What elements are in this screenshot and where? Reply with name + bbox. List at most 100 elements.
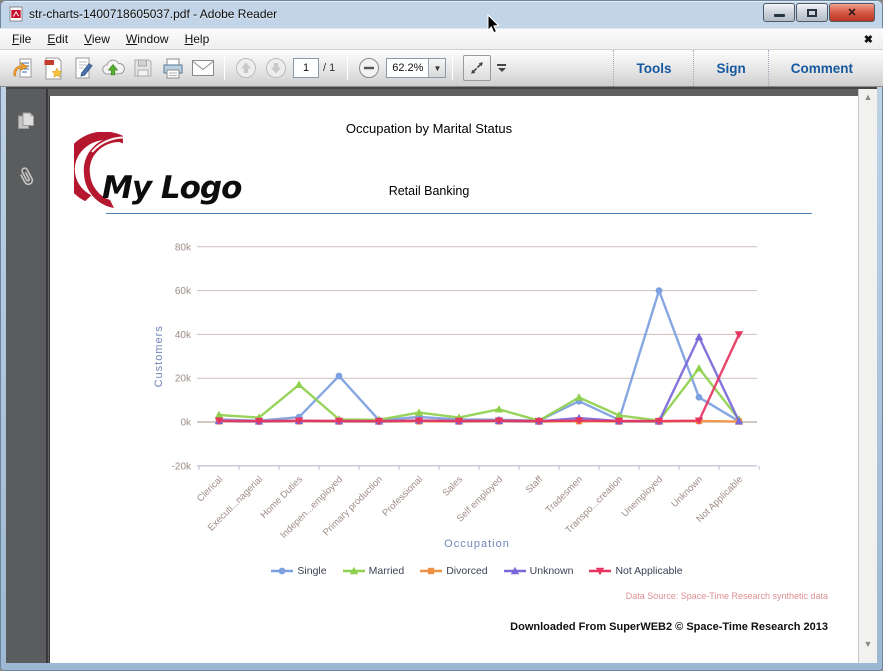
chart-line-unknown <box>217 335 741 423</box>
scroll-up-icon[interactable]: ▲ <box>864 92 873 102</box>
page-number-input[interactable]: 1 <box>293 58 319 78</box>
menu-bar: File Edit View Window Help ✖ <box>0 28 883 50</box>
toolbar-separator <box>347 56 349 80</box>
data-point <box>694 364 704 372</box>
data-point <box>734 331 744 339</box>
toolbar-separator <box>224 56 225 80</box>
chart-line-single <box>217 289 741 423</box>
legend-marker-icon <box>503 566 526 575</box>
legend-label: Single <box>297 565 327 577</box>
pdf-file-icon <box>9 6 23 22</box>
download-note: Downloaded From SuperWEB2 © Space-Time R… <box>510 621 828 633</box>
y-tick-label: 0k <box>180 418 192 429</box>
email-icon <box>192 60 214 76</box>
sign-document-button[interactable] <box>68 53 98 83</box>
data-point <box>695 393 703 401</box>
create-pdf-icon <box>44 57 63 80</box>
legend-label: Divorced <box>446 565 488 577</box>
x-category-label: Unemployed <box>620 474 665 519</box>
minimize-icon <box>773 14 785 17</box>
legend-marker-icon <box>589 567 612 576</box>
zoom-level-select[interactable]: 62.2% ▼ <box>386 58 447 78</box>
data-point <box>655 287 663 294</box>
mouse-cursor <box>487 14 500 34</box>
attachments-icon[interactable] <box>12 162 41 193</box>
data-point <box>294 380 304 388</box>
legend-item-married: Married <box>342 565 405 577</box>
y-axis-title: Customers <box>153 325 165 387</box>
previous-page-icon <box>236 58 256 78</box>
header-rule <box>106 213 812 214</box>
main-area: Occupation by Marital Status My Logo Ret… <box>6 87 877 663</box>
menu-help[interactable]: Help <box>177 30 218 48</box>
legend-item-single: Single <box>271 565 327 577</box>
print-button[interactable] <box>158 53 188 83</box>
previous-page-button[interactable] <box>231 53 261 83</box>
x-category-label: Staff <box>524 474 546 496</box>
maximize-button[interactable] <box>796 3 828 22</box>
x-axis-title: Occupation <box>444 538 510 550</box>
y-tick-label: 20k <box>175 374 192 385</box>
menu-window[interactable]: Window <box>118 30 177 48</box>
page-thumbnails-icon[interactable] <box>16 111 36 131</box>
chart-line-married <box>217 367 741 422</box>
legend-item-unknown: Unknown <box>503 565 573 577</box>
x-category-label: Professional <box>380 474 425 519</box>
legend-item-not-applicable: Not Applicable <box>589 565 683 577</box>
data-point <box>574 393 584 401</box>
navigation-sidebar <box>6 89 48 663</box>
company-logo: My Logo <box>74 132 243 208</box>
chart-container: 80k 60k 40k 20k 0k -20k Clerical Executi...nage… <box>144 229 824 564</box>
report-subtitle: Retail Banking <box>388 184 470 198</box>
next-page-button[interactable] <box>261 53 291 83</box>
cloud-upload-button[interactable] <box>98 53 128 83</box>
y-tick-label: 40k <box>175 330 192 341</box>
close-document-icon[interactable]: ✖ <box>864 33 873 46</box>
open-file-button[interactable] <box>8 53 38 83</box>
panel-buttons: Tools Sign Comment <box>613 50 875 86</box>
legend-item-divorced: Divorced <box>420 565 488 577</box>
y-tick-label: 80k <box>175 242 192 253</box>
fit-window-button[interactable] <box>463 55 492 81</box>
toolbar: 1 / 1 62.2% ▼ Tools Sign Comment <box>0 50 883 87</box>
title-bar[interactable]: str-charts-1400718605037.pdf - Adobe Rea… <box>0 0 883 28</box>
close-button[interactable]: ✕ <box>829 3 875 22</box>
legend-marker-icon <box>342 566 365 575</box>
line-chart: 80k60k40k20k0k-20kClericalExecuti...nage… <box>153 242 760 550</box>
minimize-button[interactable] <box>763 3 795 22</box>
y-tick-label: 60k <box>175 286 192 297</box>
close-icon: ✕ <box>847 7 857 19</box>
legend-marker-icon <box>420 567 443 575</box>
pdf-page: Occupation by Marital Status My Logo Ret… <box>49 96 858 663</box>
email-button[interactable] <box>188 53 218 83</box>
toolbar-more-button[interactable] <box>497 64 507 72</box>
legend-label: Married <box>368 565 405 577</box>
legend-marker-icon <box>271 567 294 575</box>
fit-window-icon <box>471 62 484 74</box>
toolbar-separator <box>452 56 454 80</box>
zoom-out-icon <box>359 58 380 78</box>
zoom-dropdown-icon[interactable]: ▼ <box>428 59 446 77</box>
save-icon <box>134 59 152 77</box>
tools-button[interactable]: Tools <box>613 50 693 86</box>
maximize-icon <box>807 8 817 17</box>
y-tick-label: -20k <box>172 461 192 472</box>
scroll-down-icon[interactable]: ▼ <box>864 639 873 649</box>
zoom-out-button[interactable] <box>354 53 384 83</box>
next-page-icon <box>266 58 286 78</box>
save-button[interactable] <box>128 53 158 83</box>
data-point <box>335 372 343 380</box>
menu-file[interactable]: File <box>4 30 39 48</box>
vertical-scrollbar[interactable]: ▲ ▼ <box>858 89 877 663</box>
zoom-level-value: 62.2% <box>392 62 424 74</box>
toolbar-more-icon <box>497 64 507 66</box>
window-title: str-charts-1400718605037.pdf - Adobe Rea… <box>29 7 278 21</box>
menu-view[interactable]: View <box>76 30 118 48</box>
comment-button[interactable]: Comment <box>767 50 875 86</box>
sign-panel-button[interactable]: Sign <box>693 50 767 86</box>
create-pdf-button[interactable] <box>38 53 68 83</box>
open-file-icon <box>13 58 32 78</box>
chart-legend: Single Married Divorced Unknown Not Applicab… <box>144 565 810 577</box>
menu-edit[interactable]: Edit <box>39 30 76 48</box>
cloud-upload-icon <box>102 59 125 76</box>
